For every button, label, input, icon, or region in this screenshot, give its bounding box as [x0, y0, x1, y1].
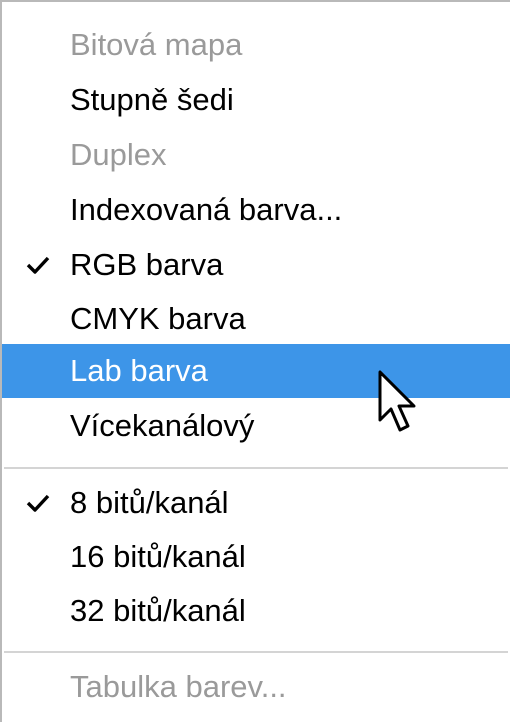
menu-item-label: RGB barva: [70, 247, 224, 282]
mouse-pointer-icon: [378, 370, 416, 432]
menu-item-label: Vícekanálový: [70, 408, 255, 443]
menu-item-label: 16 bitů/kanál: [70, 539, 246, 574]
menu-item-bitmap: Bitová mapa: [2, 18, 510, 72]
menu-item-label: 8 bitů/kanál: [70, 485, 229, 520]
menu-item-rgb-color[interactable]: RGB barva: [2, 238, 510, 292]
menu-separator: [4, 651, 508, 653]
checkmark-icon: [26, 494, 50, 512]
menu-item-label: CMYK barva: [70, 301, 246, 336]
menu-item-label: Bitová mapa: [70, 27, 243, 62]
checkmark-icon: [26, 256, 50, 274]
menu-item-label: Duplex: [70, 137, 167, 172]
menu-item-label: Indexovaná barva...: [70, 192, 343, 227]
menu-item-cmyk-color[interactable]: CMYK barva: [2, 292, 510, 346]
menu-item-color-table: Tabulka barev...: [2, 660, 510, 714]
menu-separator: [4, 467, 508, 469]
image-mode-menu: Bitová mapa Stupně šedi Duplex Indexovan…: [0, 0, 510, 722]
menu-item-label: Lab barva: [70, 353, 208, 388]
menu-item-indexed-color[interactable]: Indexovaná barva...: [2, 183, 510, 237]
menu-item-duplex: Duplex: [2, 128, 510, 182]
menu-item-8-bit[interactable]: 8 bitů/kanál: [2, 476, 510, 530]
menu-item-label: Stupně šedi: [70, 82, 234, 117]
menu-item-32-bit[interactable]: 32 bitů/kanál: [2, 584, 510, 638]
menu-item-label: 32 bitů/kanál: [70, 593, 246, 628]
menu-item-16-bit[interactable]: 16 bitů/kanál: [2, 530, 510, 584]
menu-item-grayscale[interactable]: Stupně šedi: [2, 73, 510, 127]
menu-item-label: Tabulka barev...: [70, 669, 287, 704]
